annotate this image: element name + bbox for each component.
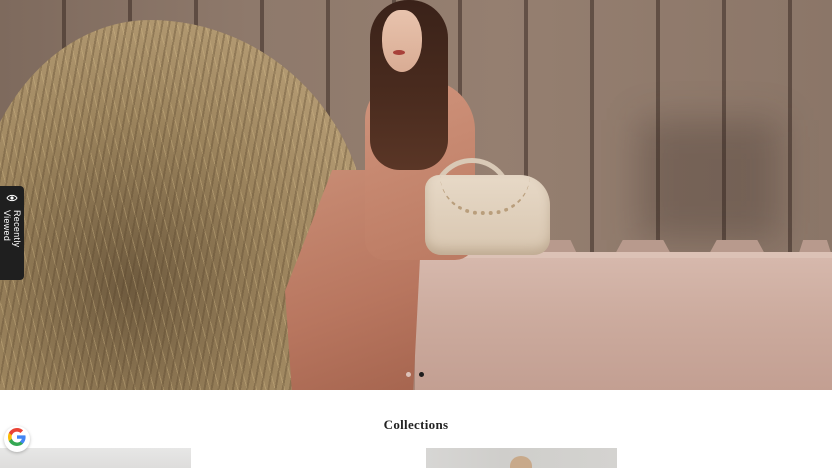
carousel-dots (406, 372, 424, 377)
model-face (382, 10, 422, 72)
recently-viewed-label: Recently Viewed (2, 210, 22, 248)
eye-icon (6, 192, 18, 206)
model-lips (393, 50, 405, 55)
collection-card-figure (510, 456, 532, 468)
concrete-block (412, 258, 832, 390)
carousel-dot-2[interactable] (419, 372, 424, 377)
recently-viewed-tab[interactable]: Recently Viewed (0, 186, 24, 280)
hero-banner-image[interactable] (0, 0, 832, 390)
google-badge[interactable] (4, 426, 30, 452)
google-logo-icon (8, 427, 26, 451)
collections-heading: Collections (383, 417, 449, 432)
carousel-dot-1[interactable] (406, 372, 411, 377)
collection-card-1[interactable] (0, 448, 191, 468)
wall-shadow (640, 120, 780, 240)
collection-card-2[interactable] (426, 448, 617, 468)
